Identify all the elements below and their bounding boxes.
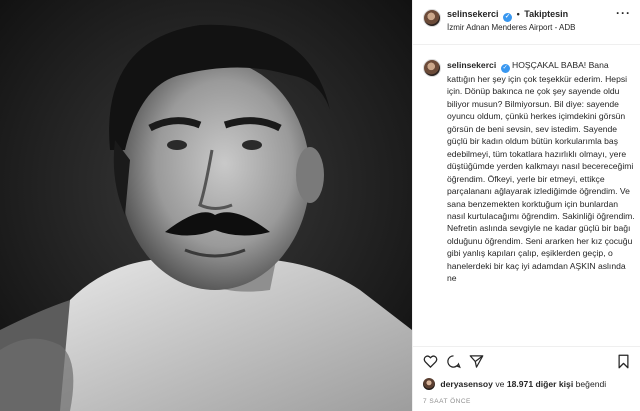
verified-badge-icon: ✓	[500, 64, 510, 73]
header-username[interactable]: selinsekerci	[447, 9, 499, 19]
man-portrait-image	[0, 0, 412, 411]
comment-icon[interactable]	[446, 354, 461, 369]
liker-username[interactable]: deryasensoy	[440, 379, 493, 389]
scroll-fade	[413, 331, 640, 345]
post-side-panel: selinsekerci ✓ • Takiptesin İzmir Adnan …	[412, 0, 640, 411]
action-bar	[413, 346, 640, 377]
likes-summary[interactable]: deryasensoy ve 18.971 diğer kişi beğendi	[423, 378, 639, 392]
caption-avatar[interactable]	[423, 59, 441, 77]
likes-connector: ve	[495, 379, 505, 389]
post-header: selinsekerci ✓ • Takiptesin İzmir Adnan …	[413, 0, 640, 45]
comments-section[interactable]: selinsekerci ✓ HOŞÇAKAL BABA! Bana kattı…	[413, 45, 640, 345]
post-photo[interactable]	[0, 0, 412, 411]
location-link[interactable]: İzmir Adnan Menderes Airport - ADB	[447, 23, 576, 32]
ellipsis-icon[interactable]: ···	[616, 6, 631, 20]
share-icon[interactable]	[469, 354, 484, 369]
bookmark-icon[interactable]	[616, 354, 631, 369]
heart-icon[interactable]	[423, 354, 438, 369]
liker-avatar	[423, 378, 435, 390]
post-timestamp[interactable]: 7 SAAT ÖNCE	[423, 398, 471, 405]
likes-suffix: beğendi	[575, 379, 607, 389]
caption: selinsekerci ✓ HOŞÇAKAL BABA! Bana kattı…	[447, 59, 635, 285]
avatar[interactable]	[423, 9, 441, 27]
following-button[interactable]: Takiptesin	[524, 9, 568, 19]
likes-count[interactable]: 18.971 diğer kişi	[507, 379, 573, 389]
caption-text: HOŞÇAKAL BABA! Bana kattığın her şey içi…	[447, 60, 635, 284]
verified-badge-icon: ✓	[503, 13, 513, 22]
caption-username[interactable]: selinsekerci	[447, 60, 496, 70]
header-user-line: selinsekerci ✓ • Takiptesin	[447, 9, 568, 22]
separator-dot: •	[516, 9, 520, 19]
